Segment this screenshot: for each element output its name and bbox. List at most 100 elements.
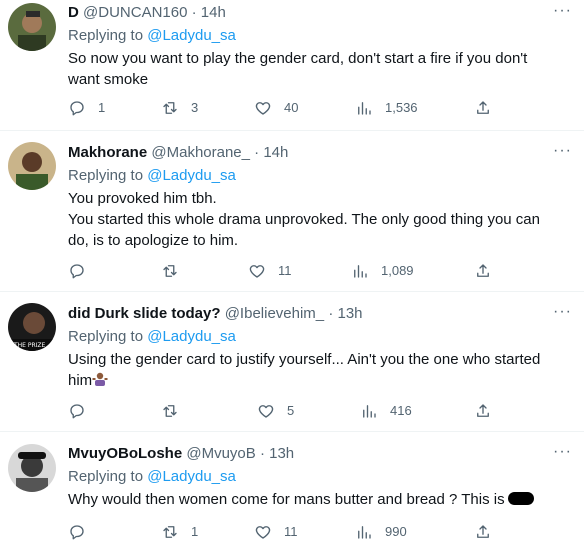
like-count: 11 bbox=[278, 263, 292, 278]
reply-icon bbox=[70, 264, 84, 279]
like-count: 5 bbox=[287, 403, 295, 418]
separator-dot: · bbox=[191, 4, 197, 21]
mention-link[interactable]: @Ladydu_sa bbox=[147, 167, 236, 184]
tweet[interactable]: Makhorane @Makhorane_ · 14h Replying to … bbox=[0, 131, 584, 292]
avatar[interactable]: THE PRIZE bbox=[8, 303, 56, 351]
tweet-text-line: want smoke bbox=[68, 71, 149, 88]
separator-dot: · bbox=[254, 144, 260, 161]
avatar[interactable] bbox=[8, 142, 56, 190]
tweet[interactable]: D @DUNCAN160 · 14h Replying to @Ladydu_s… bbox=[0, 0, 584, 131]
like-button[interactable]: 11 bbox=[254, 522, 298, 542]
replying-to: Replying to @Ladydu_sa bbox=[68, 466, 544, 488]
user-handle[interactable]: @Ibelievehim_ bbox=[225, 305, 324, 322]
views-button[interactable]: 416 bbox=[360, 401, 412, 421]
replying-prefix: Replying to bbox=[68, 27, 144, 44]
tweet-header: did Durk slide today? @Ibelievehim_ · 13… bbox=[68, 304, 544, 324]
tweet-text: Using the gender card to justify yoursel… bbox=[68, 349, 544, 391]
separator-dot: · bbox=[259, 445, 265, 462]
views-button[interactable]: 990 bbox=[355, 522, 407, 542]
mention-link[interactable]: @Ladydu_sa bbox=[147, 328, 236, 345]
more-options-icon[interactable]: ··· bbox=[553, 142, 572, 160]
action-bar: 11 1,089 bbox=[68, 261, 524, 281]
more-options-icon[interactable]: ··· bbox=[553, 2, 572, 20]
like-count: 40 bbox=[284, 100, 299, 115]
tweet-header: MvuyOBoLoshe @MvuyoB · 13h bbox=[68, 444, 544, 464]
view-count: 1,089 bbox=[381, 263, 414, 278]
timestamp[interactable]: 14h bbox=[263, 144, 288, 161]
share-button[interactable] bbox=[474, 98, 492, 118]
tweet-header: Makhorane @Makhorane_ · 14h bbox=[68, 143, 544, 163]
like-count: 11 bbox=[284, 524, 298, 539]
heart-icon bbox=[258, 405, 274, 418]
mention-link[interactable]: @Ladydu_sa bbox=[147, 468, 236, 485]
user-handle[interactable]: @DUNCAN160 bbox=[83, 4, 187, 21]
reply-icon bbox=[70, 404, 84, 419]
reply-button[interactable] bbox=[68, 261, 98, 281]
avatar[interactable] bbox=[8, 444, 56, 492]
retweet-count: 3 bbox=[191, 100, 199, 115]
more-options-icon[interactable]: ··· bbox=[553, 443, 572, 461]
view-count: 990 bbox=[385, 524, 407, 539]
tweet-text-line: You provoked him tbh. bbox=[68, 190, 217, 207]
retweet-button[interactable] bbox=[161, 261, 191, 281]
timestamp[interactable]: 13h bbox=[338, 305, 363, 322]
retweet-button[interactable] bbox=[161, 401, 191, 421]
share-button[interactable] bbox=[474, 401, 492, 421]
tweet[interactable]: THE PRIZE did Durk slide today? @Ibeliev… bbox=[0, 292, 584, 432]
tweet-text-fragment: him bbox=[68, 372, 93, 389]
view-count: 416 bbox=[390, 403, 412, 418]
retweet-button[interactable]: 1 bbox=[161, 522, 198, 542]
reply-button[interactable]: 1 bbox=[68, 98, 105, 118]
mention-link[interactable]: @Ladydu_sa bbox=[147, 27, 236, 44]
share-icon bbox=[477, 404, 489, 417]
views-button[interactable]: 1,089 bbox=[351, 261, 414, 281]
action-bar: 1 3 40 1,536 bbox=[68, 98, 524, 118]
reply-icon bbox=[70, 525, 84, 540]
tweet-text-line: So now you want to play the gender card,… bbox=[68, 50, 528, 67]
timestamp[interactable]: 13h bbox=[269, 445, 294, 462]
share-button[interactable] bbox=[474, 261, 492, 281]
tweet-text-line-with-emoji: him bbox=[68, 370, 544, 391]
user-handle[interactable]: @MvuyoB bbox=[186, 445, 255, 462]
display-name[interactable]: MvuyOBoLoshe bbox=[68, 445, 182, 462]
person-shrugging-emoji-icon bbox=[92, 372, 108, 386]
user-handle[interactable]: @Makhorane_ bbox=[151, 144, 250, 161]
views-button[interactable]: 1,536 bbox=[355, 98, 418, 118]
avatar[interactable] bbox=[8, 3, 56, 51]
retweet-icon bbox=[163, 102, 177, 114]
more-options-icon[interactable]: ··· bbox=[553, 303, 572, 321]
retweet-button[interactable]: 3 bbox=[161, 98, 198, 118]
display-name[interactable]: did Durk slide today? bbox=[68, 305, 221, 322]
like-button[interactable]: 5 bbox=[257, 401, 294, 421]
like-button[interactable]: 40 bbox=[254, 98, 298, 118]
share-icon bbox=[477, 525, 489, 538]
tweet-text: Why would then women come for mans butte… bbox=[68, 489, 544, 510]
tweet-header: D @DUNCAN160 · 14h bbox=[68, 3, 544, 23]
retweet-icon bbox=[163, 526, 177, 538]
share-icon bbox=[477, 101, 489, 114]
tweet-text-fragment: Why would then women come for mans butte… bbox=[68, 491, 505, 508]
tweet-text: So now you want to play the gender card,… bbox=[68, 48, 544, 90]
avatar-caption: THE PRIZE bbox=[13, 342, 46, 349]
tweet-text-line: You started this whole drama unprovoked.… bbox=[68, 211, 540, 228]
heart-icon bbox=[255, 526, 271, 539]
tweet-text-line: do, is to apologize to him. bbox=[68, 232, 239, 249]
reply-count: 1 bbox=[98, 100, 106, 115]
tweet-text-line: Using the gender card to justify yoursel… bbox=[68, 351, 541, 368]
views-icon bbox=[358, 526, 371, 539]
replying-to: Replying to @Ladydu_sa bbox=[68, 326, 544, 348]
retweet-icon bbox=[163, 265, 177, 277]
reply-icon bbox=[70, 101, 84, 116]
views-icon bbox=[363, 405, 376, 418]
timestamp[interactable]: 14h bbox=[201, 4, 226, 21]
share-button[interactable] bbox=[474, 522, 492, 542]
reply-button[interactable] bbox=[68, 401, 98, 421]
view-count: 1,536 bbox=[385, 100, 418, 115]
replying-to: Replying to @Ladydu_sa bbox=[68, 25, 544, 47]
tweet[interactable]: MvuyOBoLoshe @MvuyoB · 13h Replying to @… bbox=[0, 432, 584, 544]
share-icon bbox=[477, 264, 489, 277]
like-button[interactable]: 11 bbox=[248, 261, 292, 281]
display-name[interactable]: Makhorane bbox=[68, 144, 147, 161]
reply-button[interactable] bbox=[68, 522, 98, 542]
display-name[interactable]: D bbox=[68, 4, 79, 21]
